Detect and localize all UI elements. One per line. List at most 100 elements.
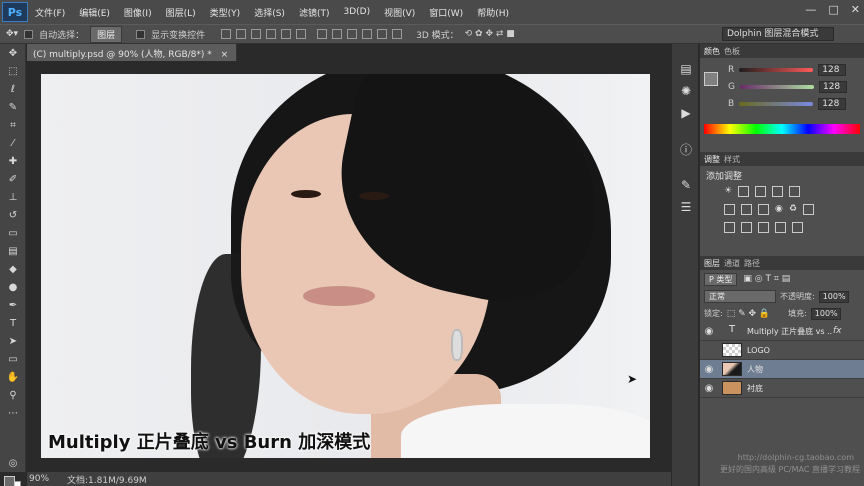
curves-adjust-icon[interactable] xyxy=(755,185,767,197)
invert-adjust-icon[interactable] xyxy=(724,221,735,233)
pen-tool-icon[interactable]: ✒ xyxy=(0,296,26,314)
shadows-highlights-adjust-icon[interactable] xyxy=(792,221,803,233)
layer-name[interactable]: 人物 xyxy=(747,364,763,375)
zoom-tool-icon[interactable]: ⚲ xyxy=(0,386,26,404)
menu-help[interactable]: 帮助(H) xyxy=(470,6,516,19)
tab-adjustments[interactable]: 调整 xyxy=(704,154,720,165)
layer-row-logo[interactable]: LOGO xyxy=(700,341,864,360)
distribute-bottom-icon[interactable] xyxy=(347,29,358,39)
color-swatches[interactable] xyxy=(4,476,22,486)
move-tool-icon[interactable]: ✥ xyxy=(0,44,26,62)
layer-row-person[interactable]: ◉ 人物 xyxy=(700,360,864,379)
hue-saturation-adjust-icon[interactable] xyxy=(724,203,735,215)
type-tool-icon[interactable]: T xyxy=(0,314,26,332)
blur-tool-icon[interactable]: ◆ xyxy=(0,260,26,278)
align-top-icon[interactable] xyxy=(221,29,232,39)
red-slider[interactable] xyxy=(739,68,814,72)
layer-name[interactable]: 衬底 xyxy=(747,383,763,394)
align-right-icon[interactable] xyxy=(296,29,307,39)
move-tool-preset-icon[interactable]: ✥▾ xyxy=(6,29,18,39)
menu-edit[interactable]: 编辑(E) xyxy=(72,6,117,19)
gradient-tool-icon[interactable]: ▤ xyxy=(0,242,26,260)
hand-tool-icon[interactable]: ✋ xyxy=(0,368,26,386)
shape-tool-icon[interactable]: ▭ xyxy=(0,350,26,368)
dodge-tool-icon[interactable]: ● xyxy=(0,278,26,296)
menu-layer[interactable]: 图层(L) xyxy=(159,6,203,19)
eye-icon[interactable]: ◉ xyxy=(700,326,718,337)
eye-icon[interactable]: ◉ xyxy=(700,383,718,394)
fx-icon[interactable]: fx xyxy=(833,326,842,336)
history-panel-icon[interactable]: ▤ xyxy=(672,58,700,80)
lasso-tool-icon[interactable]: ℓ xyxy=(0,80,26,98)
layer-filter-dropdown[interactable]: P 类型 xyxy=(704,272,738,286)
layer-name[interactable]: LOGO xyxy=(747,346,770,355)
path-select-tool-icon[interactable]: ➤ xyxy=(0,332,26,350)
clone-stamp-tool-icon[interactable]: ⊥ xyxy=(0,188,26,206)
tab-paths[interactable]: 路径 xyxy=(744,258,760,269)
close-tab-icon[interactable]: × xyxy=(221,50,229,60)
tab-color[interactable]: 颜色 xyxy=(704,46,720,57)
posterize-adjust-icon[interactable] xyxy=(741,221,752,233)
marquee-tool-icon[interactable]: ⬚ xyxy=(0,62,26,80)
green-value[interactable]: 128 xyxy=(818,81,847,93)
lock-icons[interactable]: ⬚ ✎ ✥ 🔒 xyxy=(727,309,770,319)
eye-icon[interactable]: ◉ xyxy=(700,364,718,375)
3d-rotate-icon[interactable]: ⟲ ✿ ✥ ⇄ ■ xyxy=(465,29,515,39)
info-panel-icon[interactable]: ⓘ xyxy=(672,138,700,160)
tab-styles[interactable]: 样式 xyxy=(724,154,740,165)
quick-mask-icon[interactable]: ◎ xyxy=(0,454,26,472)
align-hcenter-icon[interactable] xyxy=(281,29,292,39)
close-button[interactable]: ✕ xyxy=(851,3,860,16)
minimize-button[interactable]: — xyxy=(805,3,816,16)
history-brush-tool-icon[interactable]: ↺ xyxy=(0,206,26,224)
zoom-level[interactable]: 90% xyxy=(29,474,49,484)
photo-filter-adjust-icon[interactable]: ◉ xyxy=(775,204,783,214)
properties-panel-icon[interactable]: ☰ xyxy=(672,196,700,218)
distribute-hcenter-icon[interactable] xyxy=(377,29,388,39)
brush-panel-icon[interactable]: ✎ xyxy=(672,174,700,196)
show-transform-checkbox[interactable] xyxy=(136,29,146,39)
layer-row-text[interactable]: ◉ T Multiply 正片叠底 vs ... fx xyxy=(700,322,864,341)
menu-image[interactable]: 图像(I) xyxy=(117,6,159,19)
menu-3d[interactable]: 3D(D) xyxy=(336,7,377,17)
channel-mixer-adjust-icon[interactable]: ♻ xyxy=(789,204,797,214)
align-vcenter-icon[interactable] xyxy=(236,29,247,39)
more-tools-icon[interactable]: ⋯ xyxy=(0,404,26,422)
layer-row-base[interactable]: ◉ 衬底 xyxy=(700,379,864,398)
exposure-adjust-icon[interactable] xyxy=(772,185,784,197)
distribute-vcenter-icon[interactable] xyxy=(332,29,343,39)
menu-file[interactable]: 文件(F) xyxy=(28,6,72,19)
distribute-top-icon[interactable] xyxy=(317,29,328,39)
workspace-dropdown[interactable]: Dolphin 图层混合模式 xyxy=(722,27,834,41)
menu-select[interactable]: 选择(S) xyxy=(247,6,292,19)
fill-value[interactable]: 100% xyxy=(810,307,841,320)
menu-view[interactable]: 视图(V) xyxy=(377,6,422,19)
auto-select-checkbox[interactable] xyxy=(24,29,34,39)
red-value[interactable]: 128 xyxy=(818,64,847,76)
blue-slider[interactable] xyxy=(739,102,814,106)
threshold-adjust-icon[interactable] xyxy=(758,221,769,233)
distribute-left-icon[interactable] xyxy=(362,29,373,39)
brightness-adjust-icon[interactable]: ☀ xyxy=(724,186,732,196)
color-spectrum[interactable] xyxy=(704,124,860,134)
actions-panel-icon[interactable]: ▶ xyxy=(672,102,700,124)
navigator-panel-icon[interactable]: ✺ xyxy=(672,80,700,102)
color-balance-adjust-icon[interactable] xyxy=(741,203,752,215)
black-white-adjust-icon[interactable] xyxy=(758,203,769,215)
tab-swatches[interactable]: 色板 xyxy=(724,46,740,57)
menu-type[interactable]: 类型(Y) xyxy=(203,6,248,19)
selective-color-adjust-icon[interactable] xyxy=(775,221,786,233)
blue-value[interactable]: 128 xyxy=(818,98,847,110)
crop-tool-icon[interactable]: ⌗ xyxy=(0,116,26,134)
blend-mode-dropdown[interactable]: 正常 xyxy=(704,290,776,303)
auto-select-dropdown[interactable]: 图层 xyxy=(90,25,123,43)
green-slider[interactable] xyxy=(739,85,814,89)
brush-tool-icon[interactable]: ✐ xyxy=(0,170,26,188)
healing-brush-tool-icon[interactable]: ✚ xyxy=(0,152,26,170)
eyedropper-tool-icon[interactable]: ⁄ xyxy=(0,134,26,152)
distribute-right-icon[interactable] xyxy=(392,29,403,39)
align-left-icon[interactable] xyxy=(266,29,277,39)
layer-name[interactable]: Multiply 正片叠底 vs ... xyxy=(747,326,833,337)
eraser-tool-icon[interactable]: ▭ xyxy=(0,224,26,242)
layer-filter-icons[interactable]: ▣ ◎ T ⌗ ▤ xyxy=(743,274,790,284)
